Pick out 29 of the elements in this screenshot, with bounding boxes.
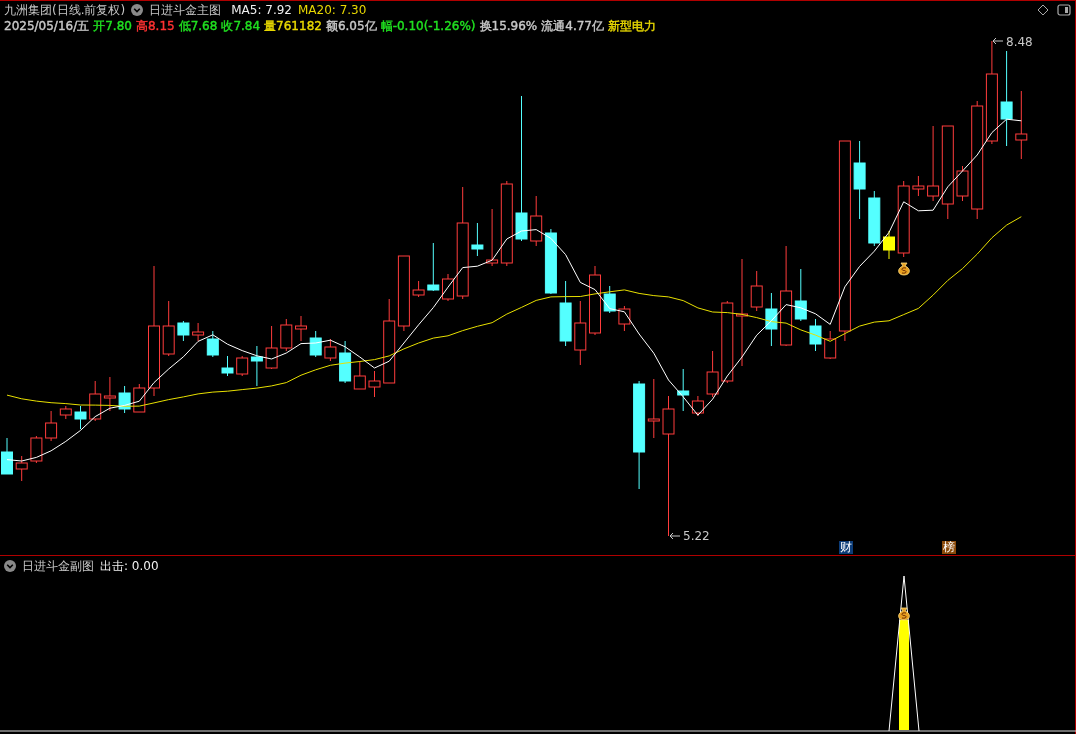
quote-field: 收7.84 <box>221 17 261 35</box>
event-badge[interactable]: 财 <box>839 541 853 554</box>
price-label: 5.22 <box>683 529 710 543</box>
quote-field: 2025/05/16/五 <box>4 17 90 35</box>
chevron-down-icon[interactable] <box>4 560 16 572</box>
leader-line <box>669 532 681 540</box>
chevron-down-icon[interactable] <box>131 4 144 16</box>
indicator-name[interactable]: 日进斗金主图 <box>149 1 222 19</box>
money-bag-icon <box>898 607 910 621</box>
quote-field: 开7.80 <box>93 17 132 35</box>
event-badge[interactable]: 榜 <box>942 541 956 554</box>
leader-line <box>992 37 1004 45</box>
quote-field: 换15.96% <box>479 17 538 35</box>
ma5-value: MA5: 7.92 <box>231 3 292 17</box>
indicator-name[interactable]: 日进斗金副图 <box>22 557 94 575</box>
price-label: 8.48 <box>1006 35 1033 49</box>
stock-title: 九洲集团(日线.前复权) <box>4 1 126 19</box>
money-bag-icon <box>898 262 910 276</box>
diamond-icon[interactable] <box>1037 4 1049 16</box>
ma20-value: MA20: 7.30 <box>297 3 367 17</box>
quote-field: 幅-0.10(-1.26%) <box>380 17 476 35</box>
quote-field: 低7.68 <box>178 17 218 35</box>
quote-field: 新型电力 <box>608 17 656 35</box>
signal-value: 出击: 0.00 <box>100 557 159 575</box>
quote-field: 额6.05亿 <box>325 17 377 35</box>
quote-field: 流通4.77亿 <box>541 17 604 35</box>
window-icon[interactable] <box>1057 4 1071 16</box>
quote-field: 高8.15 <box>135 17 175 35</box>
quote-field: 量761182 <box>264 17 322 35</box>
